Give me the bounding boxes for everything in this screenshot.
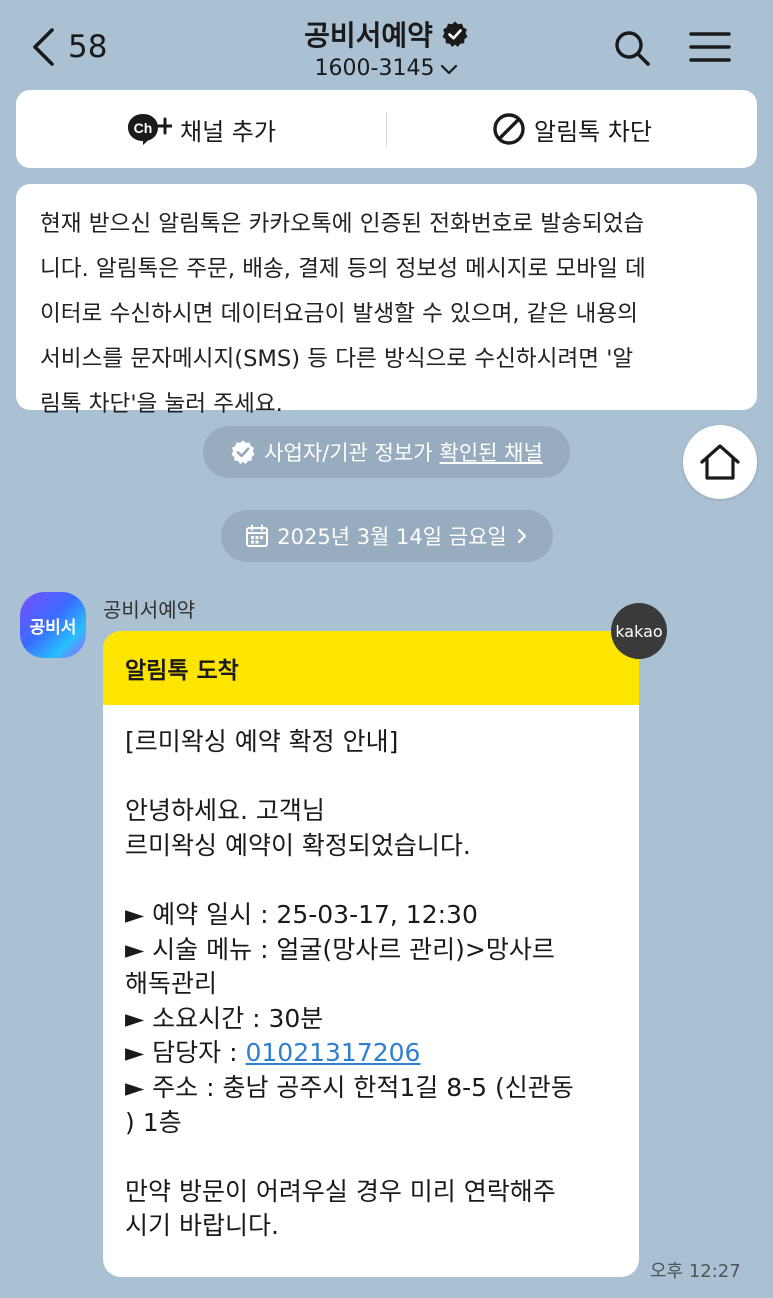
- staff-label: ► 담당자 :: [125, 1038, 246, 1068]
- chevron-right-icon: [517, 528, 526, 544]
- kakao-badge-text: kakao: [615, 621, 663, 641]
- hamburger-menu-icon[interactable]: [688, 28, 732, 68]
- date-text: 2025년 3월 14일 금요일: [277, 525, 507, 549]
- calendar-icon: [246, 524, 269, 547]
- bubble-body: [르미왁싱 예약 확정 안내] 안녕하세요. 고객님 르미왁싱 예약이 확정되었…: [103, 705, 639, 1244]
- title-area: 공비서예약 1600-3145: [0, 14, 773, 81]
- bubble-header-title: 알림톡 도착: [125, 658, 239, 684]
- notice-line: 이터로 수신하시면 데이터요금이 발생할 수 있으며, 같은 내용의: [40, 301, 638, 327]
- verified-channel-pill: 사업자/기관 정보가 확인된 채널: [203, 426, 570, 478]
- bubble-header: 알림톡 도착: [103, 631, 639, 705]
- staff-phone-link[interactable]: 01021317206: [246, 1038, 421, 1067]
- kakao-badge: kakao: [611, 603, 667, 659]
- verified-badge-icon: [231, 440, 255, 465]
- message-line: ► 시술 메뉴 : 얼굴(망사르 관리)>망사르: [125, 934, 555, 964]
- avatar-logo-text: 공비서: [29, 617, 77, 638]
- message-line: ► 주소 : 충남 공주시 한적1길 8-5 (신관동: [125, 1072, 574, 1102]
- notice-line: 서비스를 문자메시지(SMS) 등 다른 방식으로 수신하시려면 '알: [40, 346, 634, 372]
- alimtalk-notice: 현재 받으신 알림톡은 카카오톡에 인증된 전화번호로 발송되었습 니다. 알림…: [16, 184, 757, 417]
- chevron-left-icon: [33, 28, 54, 66]
- notice-line: 림톡 차단'을 눌러 주세요.: [40, 391, 283, 417]
- add-channel-button[interactable]: Ch 채널 추가: [16, 90, 386, 168]
- block-alimtalk-label: 알림톡 차단: [533, 117, 653, 146]
- message-line: 만약 방문이 어려우실 경우 미리 연락해주: [125, 1176, 556, 1206]
- message-time: 오후 12:27: [650, 1261, 741, 1282]
- phone-selector[interactable]: 1600-3145: [315, 56, 459, 81]
- message-line: 해독관리: [125, 969, 218, 999]
- channel-add-icon: Ch: [128, 114, 173, 145]
- search-icon[interactable]: [612, 28, 652, 68]
- date-separator[interactable]: 2025년 3월 14일 금요일: [221, 510, 553, 562]
- back-button[interactable]: 58: [30, 22, 107, 72]
- message-line: 안녕하세요. 고객님: [125, 796, 325, 826]
- verified-channel-link[interactable]: 확인된 채널: [440, 437, 543, 467]
- block-icon: [493, 113, 525, 145]
- message-line: ► 담당자 : 01021317206: [125, 1036, 617, 1071]
- chat-header: 58 공비서예약 1600-3145: [0, 0, 773, 90]
- add-channel-label: 채널 추가: [180, 117, 276, 146]
- message-line: 르미왁싱 예약이 확정되었습니다.: [125, 830, 471, 860]
- notice-line: 니다. 알림톡은 주문, 배송, 결제 등의 정보성 메시지로 모바일 데: [40, 256, 646, 282]
- channel-title-row[interactable]: 공비서예약: [304, 14, 469, 54]
- home-icon: [700, 444, 740, 480]
- message-line: 시기 바랍니다.: [125, 1211, 279, 1241]
- channel-title: 공비서예약: [304, 19, 433, 52]
- channel-action-bar: Ch 채널 추가 알림톡 차단: [16, 90, 757, 168]
- svg-text:Ch: Ch: [134, 120, 153, 136]
- sender-name: 공비서예약: [103, 598, 195, 622]
- unread-count: 58: [68, 29, 108, 65]
- notice-line: 현재 받으신 알림톡은 카카오톡에 인증된 전화번호로 발송되었습: [40, 211, 645, 237]
- message-line: ) 1층: [125, 1107, 182, 1137]
- sender-avatar[interactable]: 공비서: [20, 592, 86, 658]
- home-button[interactable]: [683, 425, 757, 499]
- block-alimtalk-button[interactable]: 알림톡 차단: [387, 90, 757, 168]
- alimtalk-message-bubble[interactable]: 알림톡 도착 [르미왁싱 예약 확정 안내] 안녕하세요. 고객님 르미왁싱 예…: [103, 631, 639, 1277]
- message-line: ► 예약 일시 : 25-03-17, 12:30: [125, 899, 478, 929]
- message-line: [르미왁싱 예약 확정 안내]: [125, 727, 399, 756]
- chevron-down-icon: [441, 64, 458, 74]
- verified-badge-icon: [442, 21, 468, 47]
- message-line: ► 소요시간 : 30분: [125, 1003, 324, 1033]
- verified-text: 사업자/기관 정보가: [264, 441, 433, 465]
- phone-number: 1600-3145: [314, 56, 435, 81]
